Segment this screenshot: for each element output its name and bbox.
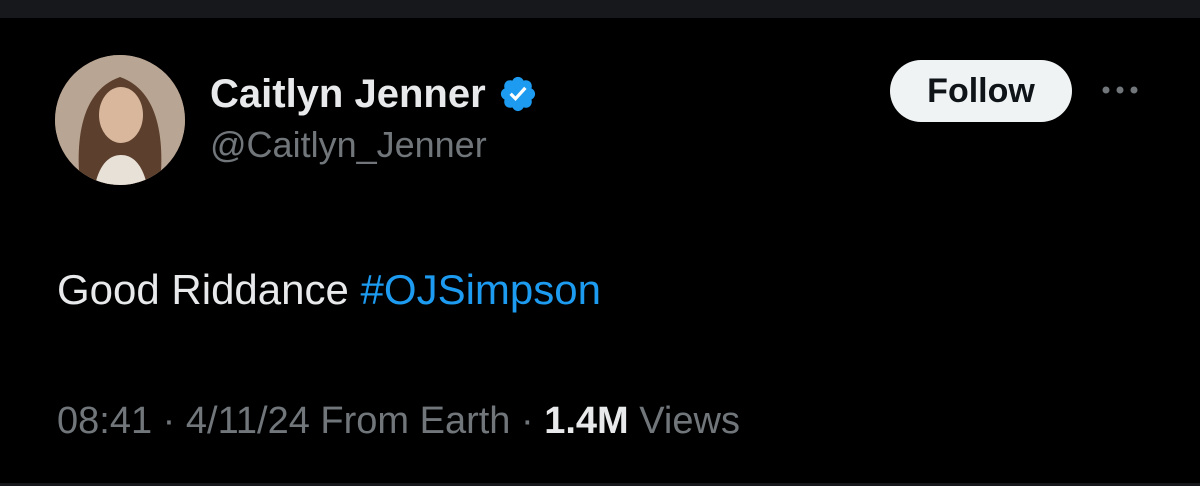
more-options-button[interactable] — [1096, 74, 1144, 106]
verified-badge-icon — [500, 76, 535, 112]
top-bar — [0, 0, 1200, 18]
timestamp[interactable]: 08:41 — [57, 400, 152, 442]
meta-separator: · — [152, 400, 186, 442]
meta-separator-2: · — [510, 400, 545, 442]
avatar-image — [55, 55, 185, 185]
post-location: From Earth — [309, 400, 511, 442]
post-date[interactable]: 4/11/24 — [186, 400, 310, 442]
tweet-text: Good Riddance #OJSimpson — [57, 266, 601, 314]
avatar[interactable] — [55, 55, 185, 185]
author-name-row[interactable]: Caitlyn Jenner — [210, 66, 538, 122]
views-count: 1.4M — [544, 400, 629, 442]
follow-button[interactable]: Follow — [890, 60, 1072, 122]
author-name[interactable]: Caitlyn Jenner — [210, 72, 486, 117]
author-handle[interactable]: @Caitlyn_Jenner — [210, 124, 487, 166]
tweet-metadata: 08:41 · 4/11/24 From Earth · 1.4M Views — [57, 400, 740, 443]
hashtag-link[interactable]: #OJSimpson — [361, 266, 601, 313]
more-options-icon — [1102, 86, 1138, 94]
tweet-text-body: Good Riddance — [57, 266, 361, 313]
views-label: Views — [628, 400, 740, 442]
